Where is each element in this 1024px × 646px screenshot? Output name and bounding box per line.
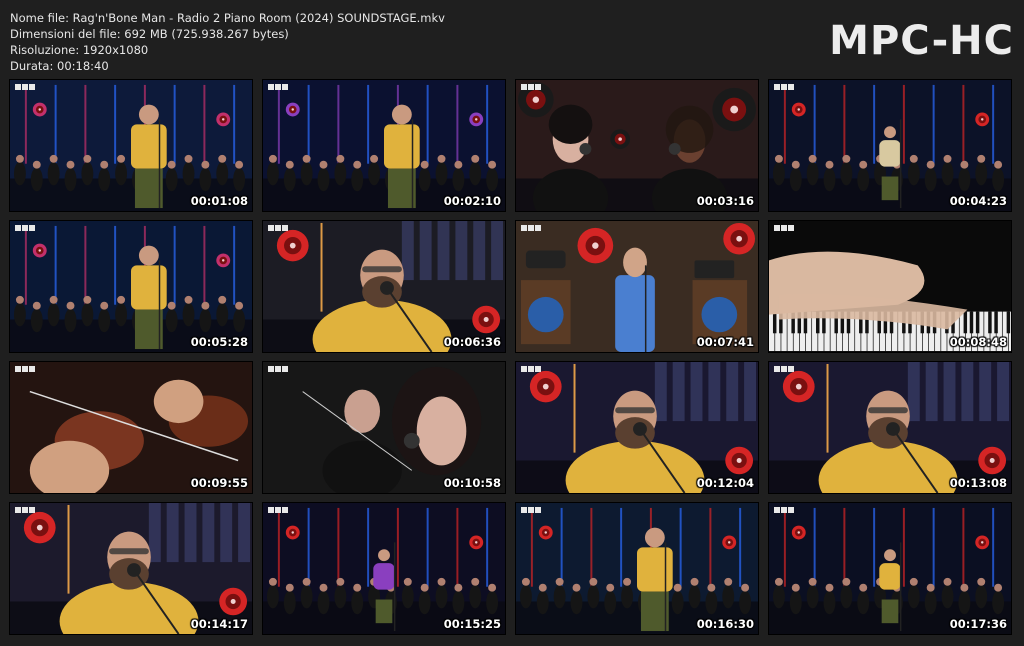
- thumbnail-frame: [10, 221, 252, 352]
- bbc-logo-icon: [774, 225, 794, 231]
- bbc-logo-icon: [15, 225, 35, 231]
- bbc-logo-icon: [268, 507, 288, 513]
- file-resolution: Risoluzione: 1920x1080: [10, 43, 149, 57]
- video-thumbnail: 00:10:58: [262, 361, 506, 494]
- video-thumbnail: 00:09:55: [9, 361, 253, 494]
- bbc-logo-icon: [774, 507, 794, 513]
- thumbnail-frame: [769, 80, 1011, 211]
- thumbnail-frame: [516, 503, 758, 634]
- thumbnail-frame: [516, 362, 758, 493]
- video-thumbnail: 00:14:17: [9, 502, 253, 635]
- thumbnail-frame: [10, 80, 252, 211]
- bbc-logo-icon: [774, 84, 794, 90]
- file-size: Dimensioni del file: 692 MB (725.938.267…: [10, 27, 289, 41]
- thumbnail-timestamp: 00:02:10: [443, 194, 501, 208]
- file-info-panel: Nome file: Rag'n'Bone Man - Radio 2 Pian…: [10, 10, 445, 74]
- file-name: Nome file: Rag'n'Bone Man - Radio 2 Pian…: [10, 11, 445, 25]
- bbc-logo-icon: [15, 507, 35, 513]
- bbc-logo-icon: [15, 366, 35, 372]
- thumbnail-grid: 00:01:08 00:02:10 00:03:16 00:04:23 00:05:28…: [9, 79, 1012, 635]
- bbc-logo-icon: [774, 366, 794, 372]
- thumbnail-timestamp: 00:06:36: [443, 335, 501, 349]
- thumbnail-timestamp: 00:13:08: [949, 476, 1007, 490]
- video-thumbnail: 00:05:28: [9, 220, 253, 353]
- thumbnail-timestamp: 00:10:58: [443, 476, 501, 490]
- bbc-logo-icon: [268, 84, 288, 90]
- video-thumbnail: 00:06:36: [262, 220, 506, 353]
- thumbnail-timestamp: 00:15:25: [443, 617, 501, 631]
- thumbnail-timestamp: 00:09:55: [190, 476, 248, 490]
- bbc-logo-icon: [521, 366, 541, 372]
- video-thumbnail: 00:02:10: [262, 79, 506, 212]
- bbc-logo-icon: [268, 225, 288, 231]
- thumbnail-timestamp: 00:17:36: [949, 617, 1007, 631]
- video-thumbnail: 00:17:36: [768, 502, 1012, 635]
- thumbnail-frame: [769, 362, 1011, 493]
- thumbnail-timestamp: 00:14:17: [190, 617, 248, 631]
- thumbnail-frame: [263, 362, 505, 493]
- thumbnail-frame: [263, 503, 505, 634]
- thumbnail-timestamp: 00:12:04: [696, 476, 754, 490]
- video-thumbnail: 00:04:23: [768, 79, 1012, 212]
- video-thumbnail: 00:16:30: [515, 502, 759, 635]
- bbc-logo-icon: [268, 366, 288, 372]
- thumbnail-frame: [263, 221, 505, 352]
- thumbnail-frame: [769, 221, 1011, 352]
- video-thumbnail: 00:03:16: [515, 79, 759, 212]
- video-thumbnail: 00:01:08: [9, 79, 253, 212]
- thumbnail-timestamp: 00:07:41: [696, 335, 754, 349]
- thumbnail-timestamp: 00:08:48: [949, 335, 1007, 349]
- video-thumbnail: 00:08:48: [768, 220, 1012, 353]
- thumbnail-frame: [516, 80, 758, 211]
- video-thumbnail: 00:12:04: [515, 361, 759, 494]
- bbc-logo-icon: [521, 225, 541, 231]
- thumbnail-timestamp: 00:01:08: [190, 194, 248, 208]
- thumbnail-timestamp: 00:16:30: [696, 617, 754, 631]
- bbc-logo-icon: [15, 84, 35, 90]
- thumbnail-frame: [263, 80, 505, 211]
- thumbnail-timestamp: 00:03:16: [696, 194, 754, 208]
- video-thumbnail: 00:13:08: [768, 361, 1012, 494]
- thumbnail-timestamp: 00:05:28: [190, 335, 248, 349]
- bbc-logo-icon: [521, 507, 541, 513]
- thumbnail-frame: [10, 362, 252, 493]
- bbc-logo-icon: [521, 84, 541, 90]
- thumbnail-frame: [10, 503, 252, 634]
- thumbnail-timestamp: 00:04:23: [949, 194, 1007, 208]
- thumbnail-frame: [769, 503, 1011, 634]
- video-thumbnail: 00:15:25: [262, 502, 506, 635]
- mpc-hc-logo: MPC-HC: [829, 18, 1014, 64]
- thumbnail-frame: [516, 221, 758, 352]
- file-duration: Durata: 00:18:40: [10, 59, 109, 73]
- video-thumbnail: 00:07:41: [515, 220, 759, 353]
